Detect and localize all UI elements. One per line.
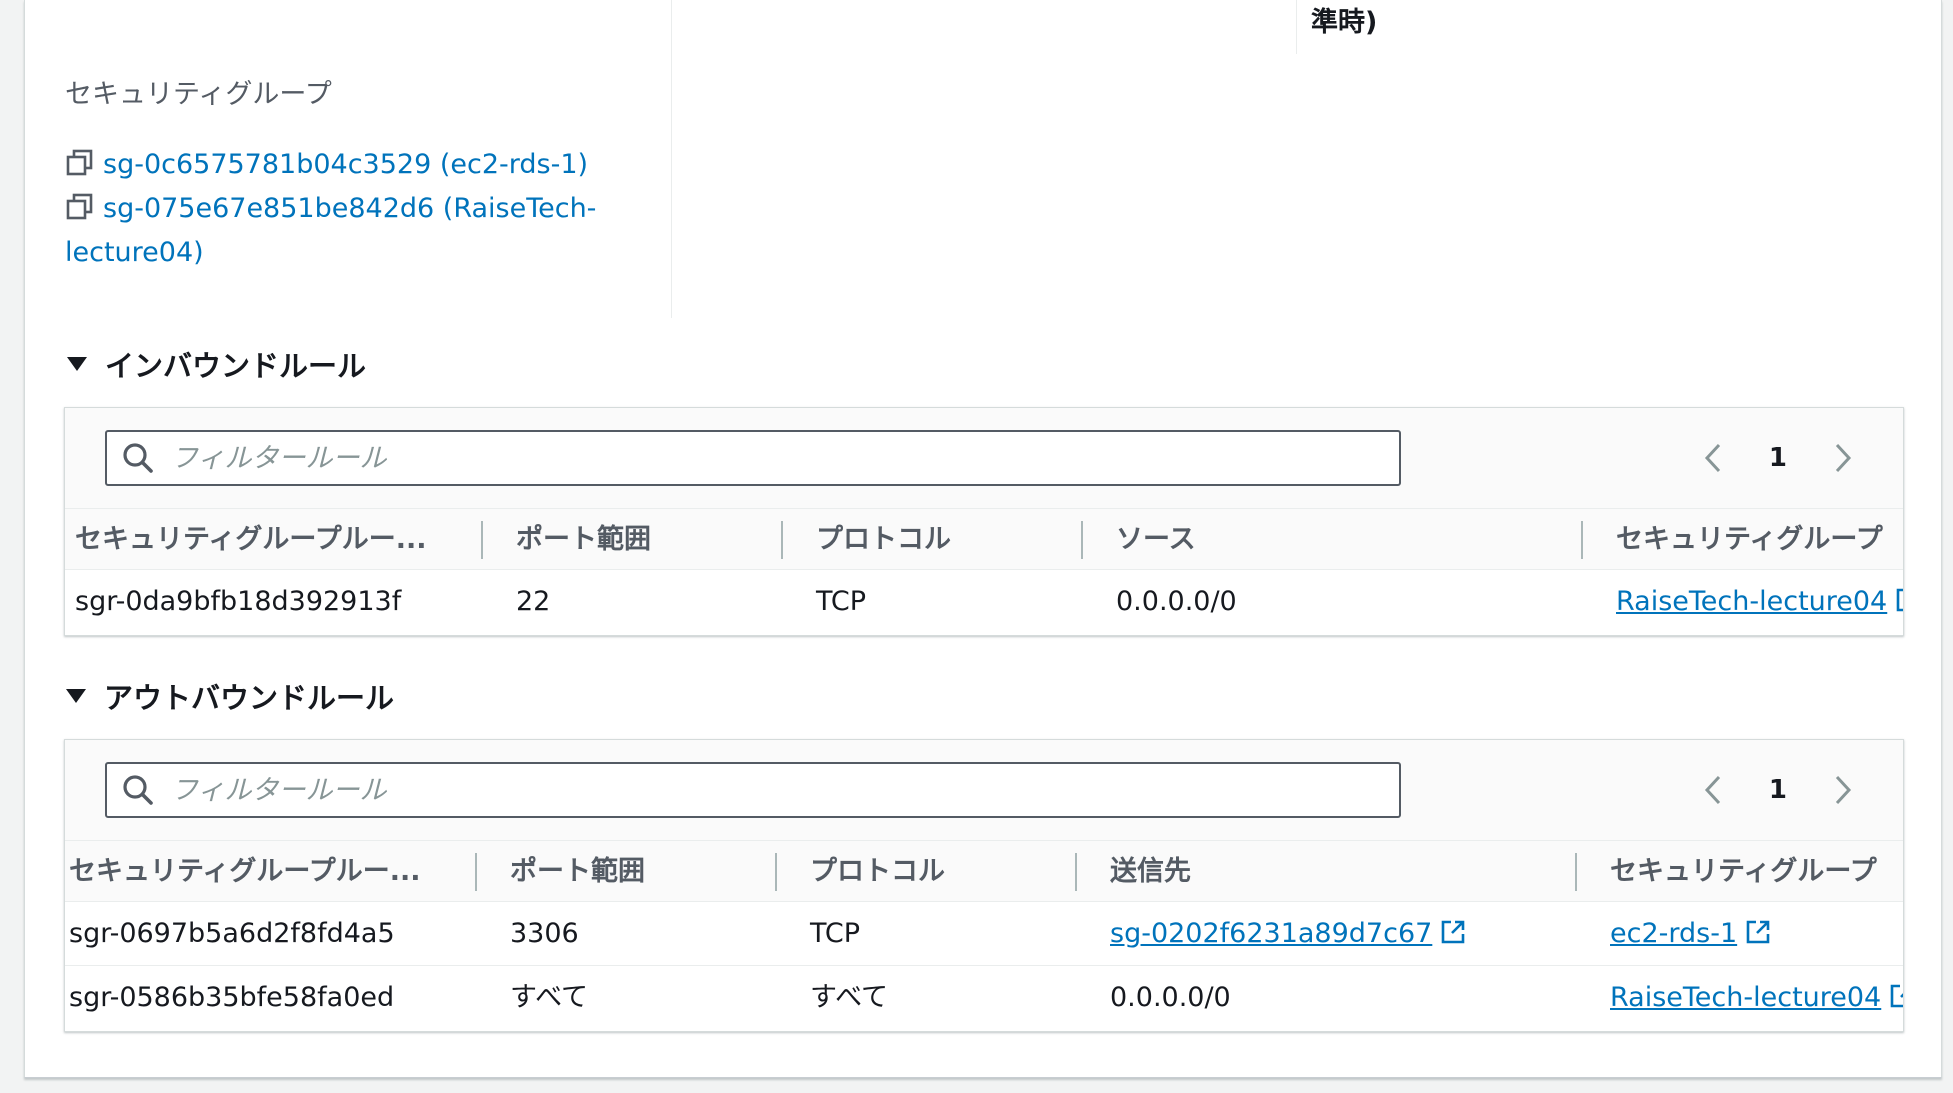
column-header-rule-id[interactable]: セキュリティグループルー... (69, 841, 421, 903)
previous-page-button[interactable] (1699, 772, 1727, 808)
rule-id-cell: sgr-0586b35bfe58fa0ed (69, 982, 395, 1013)
table-row: sgr-0da9bfb18d392913f 22 TCP 0.0.0.0/0 R… (65, 570, 1903, 634)
table-header: セキュリティグループルー... ポート範囲 プロトコル 送信先 セキュリティグル… (65, 840, 1903, 902)
column-header-destination[interactable]: 送信先 (1110, 841, 1191, 903)
column-header-source[interactable]: ソース (1116, 509, 1196, 571)
search-icon (123, 775, 153, 805)
security-group-link[interactable]: RaiseTech-lecture04 (1616, 586, 1887, 617)
column-header-security-group[interactable]: セキュリティグループ (1616, 509, 1883, 571)
destination-link[interactable]: sg-0202f6231a89d7c67 (1110, 918, 1432, 949)
current-page[interactable]: 1 (1769, 775, 1787, 805)
column-resizer[interactable] (481, 521, 483, 559)
filter-input[interactable] (171, 442, 1271, 474)
table-row: sgr-0697b5a6d2f8fd4a5 3306 TCP sg-0202f6… (65, 902, 1903, 966)
column-divider-right (1296, 0, 1297, 54)
external-link-icon[interactable] (1440, 919, 1466, 945)
security-group-cell[interactable]: ec2-rds-1 (1610, 902, 1771, 966)
table-toolbar: 1 (65, 408, 1903, 508)
rule-id-cell: sgr-0697b5a6d2f8fd4a5 (69, 918, 395, 949)
caret-down-icon (66, 689, 86, 703)
security-group-link[interactable]: RaiseTech-lecture04 (1610, 982, 1881, 1013)
column-resizer[interactable] (1581, 521, 1583, 559)
outbound-rules-toggle[interactable]: アウトバウンドルール (66, 675, 394, 717)
search-icon (123, 443, 153, 473)
column-header-port-range[interactable]: ポート範囲 (510, 841, 645, 903)
column-resizer[interactable] (1075, 853, 1077, 891)
security-group-cell[interactable]: RaiseTech-lecture04 (1616, 570, 1904, 634)
destination-cell: 0.0.0.0/0 (1110, 982, 1231, 1013)
next-page-button[interactable] (1829, 772, 1857, 808)
chevron-right-icon (1835, 443, 1852, 473)
pagination: 1 (1699, 430, 1857, 486)
column-resizer[interactable] (775, 853, 777, 891)
column-divider-left (671, 0, 672, 318)
column-header-port-range[interactable]: ポート範囲 (516, 509, 651, 571)
security-group-link-2[interactable]: sg-075e67e851be842d6 (RaiseTech-lecture0… (65, 187, 625, 275)
external-link-icon[interactable] (1895, 587, 1904, 613)
column-resizer[interactable] (475, 853, 477, 891)
column-resizer[interactable] (1575, 853, 1577, 891)
security-group-cell[interactable]: RaiseTech-lecture04 (1610, 966, 1904, 1030)
copy-icon[interactable] (65, 192, 95, 222)
protocol-cell: TCP (816, 586, 867, 617)
chevron-right-icon (1835, 775, 1852, 805)
filter-box[interactable] (105, 762, 1401, 818)
security-groups-label: セキュリティグループ (65, 79, 332, 110)
port-cell: 3306 (510, 918, 579, 949)
caret-down-icon (67, 357, 87, 371)
previous-page-button[interactable] (1699, 440, 1727, 476)
destination-cell[interactable]: sg-0202f6231a89d7c67 (1110, 902, 1466, 966)
rule-id-cell: sgr-0da9bfb18d392913f (75, 586, 402, 617)
outbound-rules-table: 1 セキュリティグループルー... ポート範囲 プロトコル 送信先 セキュリティ… (64, 739, 1904, 1032)
security-group-link[interactable]: ec2-rds-1 (1610, 918, 1737, 949)
source-cell: 0.0.0.0/0 (1116, 586, 1237, 617)
table-row: sgr-0586b35bfe58fa0ed すべて すべて 0.0.0.0/0 … (65, 966, 1903, 1030)
next-page-button[interactable] (1829, 440, 1857, 476)
table-header: セキュリティグループルー... ポート範囲 プロトコル ソース セキュリティグル… (65, 508, 1903, 570)
launch-time-fragment: 準時) (1311, 7, 1378, 38)
security-group-link-1[interactable]: sg-0c6575781b04c3529 (ec2-rds-1) (65, 143, 625, 187)
table-toolbar: 1 (65, 740, 1903, 840)
column-header-protocol[interactable]: プロトコル (816, 509, 951, 571)
inbound-rules-table: 1 セキュリティグループルー... ポート範囲 プロトコル ソース セキュリティ… (64, 407, 1904, 636)
external-link-icon[interactable] (1889, 983, 1904, 1009)
inbound-rules-toggle[interactable]: インバウンドルール (67, 343, 366, 385)
filter-input[interactable] (171, 774, 1271, 806)
column-header-security-group[interactable]: セキュリティグループ (1610, 841, 1877, 903)
protocol-cell: TCP (810, 918, 861, 949)
security-group-link-text[interactable]: sg-075e67e851be842d6 (RaiseTech-lecture0… (65, 193, 596, 268)
column-header-protocol[interactable]: プロトコル (810, 841, 945, 903)
external-link-icon[interactable] (1745, 919, 1771, 945)
current-page[interactable]: 1 (1769, 443, 1787, 473)
column-header-rule-id[interactable]: セキュリティグループルー... (75, 509, 427, 571)
port-cell: 22 (516, 586, 551, 617)
column-resizer[interactable] (1081, 521, 1083, 559)
pagination: 1 (1699, 762, 1857, 818)
protocol-cell: すべて (810, 982, 889, 1013)
filter-box[interactable] (105, 430, 1401, 486)
chevron-left-icon (1704, 443, 1721, 473)
port-cell: すべて (510, 982, 589, 1013)
chevron-left-icon (1704, 775, 1721, 805)
copy-icon[interactable] (65, 148, 95, 178)
inbound-rules-title: インバウンドルール (105, 349, 367, 383)
column-resizer[interactable] (781, 521, 783, 559)
outbound-rules-title: アウトバウンドルール (104, 681, 395, 715)
security-group-link-text[interactable]: sg-0c6575781b04c3529 (ec2-rds-1) (103, 149, 588, 180)
